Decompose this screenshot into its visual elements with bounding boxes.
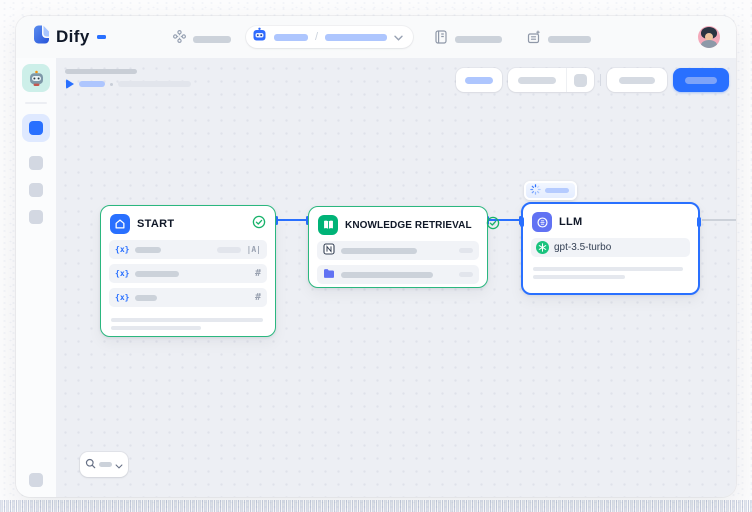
- sidebar-app-icon[interactable]: [22, 64, 50, 92]
- type-number-icon: #: [255, 268, 261, 279]
- openai-icon: [536, 241, 549, 254]
- skeleton-bar: [111, 318, 263, 322]
- badge-label-skeleton: [545, 188, 569, 193]
- robot-icon: [252, 27, 267, 47]
- edge-start-to-kr[interactable]: [275, 219, 309, 221]
- search-icon: [85, 456, 96, 474]
- type-number-icon: #: [255, 292, 261, 303]
- dataset-row: [317, 241, 479, 260]
- background-noise: [0, 500, 752, 512]
- node-title: START: [137, 218, 174, 230]
- workflow-title-skeleton: [65, 69, 137, 74]
- input-handle[interactable]: [520, 217, 524, 227]
- output-handle[interactable]: [697, 217, 701, 227]
- skeleton-bar: [533, 267, 683, 271]
- explore-icon: [527, 30, 541, 49]
- play-icon: [66, 79, 74, 89]
- app-name: Dify: [56, 27, 90, 47]
- chevron-down-icon[interactable]: [394, 28, 403, 46]
- sidebar: [16, 58, 56, 497]
- app-name-skeleton: [325, 34, 387, 41]
- run-label-skeleton: [79, 81, 105, 87]
- model-row: gpt-3.5-turbo: [531, 238, 690, 257]
- type-string-icon: |A|: [247, 245, 261, 254]
- edge-llm-out[interactable]: [702, 219, 736, 221]
- run-app-button[interactable]: [456, 68, 502, 92]
- nav-docs[interactable]: [435, 30, 502, 49]
- dify-app-window: Dify _: [16, 16, 736, 497]
- sidebar-item-settings[interactable]: [29, 473, 43, 487]
- app-header: Dify _: [16, 16, 736, 58]
- sidebar-divider: [25, 102, 47, 104]
- nav-label-skeleton: [193, 36, 231, 43]
- zoom-value-skeleton: [99, 462, 112, 467]
- node-knowledge-retrieval[interactable]: KNOWLEDGE RETRIEVAL: [308, 206, 488, 288]
- run-status-row[interactable]: [66, 79, 191, 89]
- node-llm[interactable]: LLM gpt-3.5-turbo: [521, 202, 700, 295]
- publish-button[interactable]: [673, 68, 729, 92]
- logo[interactable]: Dify _: [33, 25, 106, 49]
- variable-row: {x} |A|: [109, 240, 267, 259]
- skeleton-bar: [111, 326, 201, 330]
- nav-workflow[interactable]: [173, 30, 231, 48]
- workflow-canvas[interactable]: START {x} |A|: [56, 58, 736, 497]
- folder-icon: [323, 266, 335, 284]
- sidebar-item-3[interactable]: [29, 183, 43, 197]
- avatar[interactable]: [698, 26, 720, 48]
- workspace-name-skeleton: [274, 34, 308, 41]
- breadcrumb-separator: /: [315, 31, 318, 43]
- app-breadcrumb-pill[interactable]: /: [246, 26, 413, 48]
- explore-label-skeleton: [548, 36, 591, 43]
- sidebar-item-4[interactable]: [29, 210, 43, 224]
- docs-label-skeleton: [455, 36, 502, 43]
- variable-icon: {x}: [115, 293, 129, 302]
- toolbar-separator: [600, 74, 601, 86]
- llm-icon: [532, 212, 552, 232]
- sidebar-item-active[interactable]: [22, 114, 50, 142]
- check-circle-icon: [252, 215, 266, 234]
- spinner-icon: [530, 182, 541, 200]
- run-meta-skeleton: [118, 81, 191, 87]
- node-title: KNOWLEDGE RETRIEVAL: [345, 220, 472, 231]
- logo-underscore: _: [97, 35, 106, 39]
- skeleton-bar: [533, 275, 625, 279]
- nav-explore[interactable]: [527, 30, 591, 49]
- app-body: START {x} |A|: [16, 58, 736, 497]
- variable-row: {x} #: [109, 264, 267, 283]
- check-circle-icon: [486, 216, 500, 235]
- variable-icon: {x}: [115, 269, 129, 278]
- restore-button[interactable]: [607, 68, 667, 92]
- variable-icon: {x}: [115, 245, 129, 254]
- sidebar-item-2[interactable]: [29, 156, 43, 170]
- canvas-toolbar: [456, 68, 729, 92]
- node-title: LLM: [559, 216, 583, 228]
- node-start[interactable]: START {x} |A|: [100, 205, 276, 337]
- dify-logo-icon: [33, 25, 50, 49]
- zoom-control[interactable]: [80, 452, 128, 477]
- screenshot-stage: Dify _: [0, 0, 752, 512]
- dataset-row: [317, 265, 479, 284]
- model-name: gpt-3.5-turbo: [554, 242, 611, 253]
- robot-emoji-icon: [28, 70, 45, 87]
- workflow-icon: [173, 30, 186, 48]
- variable-row: {x} #: [109, 288, 267, 307]
- dot-separator: [110, 83, 113, 86]
- docs-icon: [435, 30, 447, 49]
- running-badge: [524, 181, 577, 200]
- home-icon: [110, 214, 130, 234]
- book-icon: [318, 215, 338, 235]
- chevron-down-icon[interactable]: [115, 456, 123, 474]
- notion-doc-icon: [323, 242, 335, 260]
- view-toggle-button[interactable]: [508, 68, 594, 92]
- toggle-icon: [574, 74, 587, 87]
